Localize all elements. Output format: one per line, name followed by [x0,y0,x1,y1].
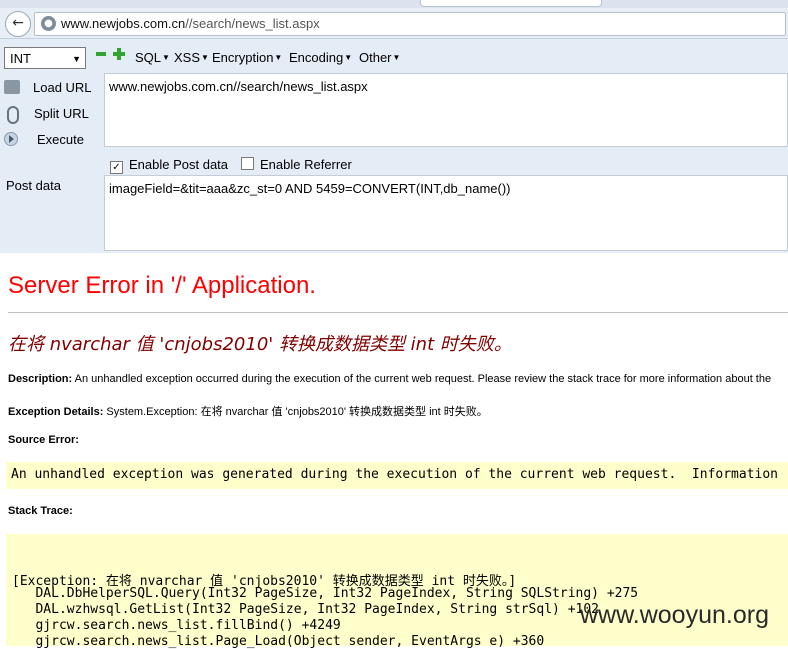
caret-icon: ▼ [392,53,401,62]
source-error-heading: Source Error: [8,434,79,446]
source-error-text: An unhandled exception was generated dur… [11,467,779,482]
scissors-icon [7,106,19,124]
exception-details-line: Exception Details: System.Exception: 在将 … [8,403,488,419]
caret-icon: ▼ [201,53,209,62]
stack-line: gjrcw.search.news_list.fillBind() +4249 [12,618,341,633]
stack-line: DAL.wzhwsql.GetList(Int32 PageSize, Int3… [12,602,599,617]
description-text: An unhandled exception occurred during t… [74,373,772,385]
caret-icon: ▼ [274,53,283,62]
back-arrow-icon: ← [12,15,24,31]
exception-details-text: System.Exception: 在将 nvarchar 值 'cnjobs2… [106,406,488,418]
source-error-label: Source Error: [8,434,79,446]
stack-trace-heading: Stack Trace: [8,505,73,517]
menu-encryption-label: Encryption [212,50,274,65]
minus-icon[interactable] [96,52,106,56]
type-select[interactable]: INT ▼ [4,47,86,69]
url-textarea[interactable]: www.newjobs.com.cn//search/news_list.asp… [104,73,788,147]
address-path: //search/news_list.aspx [185,16,320,31]
post-data-textarea[interactable]: imageField=&tit=aaa&zc_st=0 AND 5459=CON… [104,175,788,251]
divider [8,312,788,313]
enable-post-checkbox[interactable]: ✓ Enable Post data [110,157,228,174]
source-error-box: An unhandled exception was generated dur… [6,462,788,489]
address-text: www.newjobs.com.cn//search/news_list.asp… [61,16,320,31]
menu-encoding[interactable]: Encoding▼ [289,50,352,65]
browser-tab[interactable] [420,0,602,7]
menu-xss-label: XSS [174,50,201,65]
execute-label: Execute [37,132,84,147]
watermark: www.wooyun.org [580,601,769,629]
load-url-button[interactable]: Load URL [0,77,100,99]
type-select-value: INT [10,51,31,66]
checkbox-checked-icon: ✓ [110,161,123,174]
globe-icon: ● [41,16,56,31]
stack-line: DAL.DbHelperSQL.Query(Int32 PageSize, In… [12,586,639,601]
enable-referrer-checkbox[interactable]: Enable Referrer [241,157,352,172]
load-url-icon [4,80,20,94]
menu-sql[interactable]: SQL▼ [135,50,170,65]
play-icon [4,132,18,146]
chevron-down-icon: ▼ [72,54,81,64]
menu-xss[interactable]: XSS▼ [174,50,209,65]
enable-post-label: Enable Post data [129,157,229,172]
navigation-bar: ← ● www.newjobs.com.cn//search/news_list… [0,8,788,39]
menu-other-label: Other [359,50,392,65]
stack-line: gjrcw.search.news_list.Page_Load(Object … [12,634,545,649]
error-message: 在将 nvarchar 值 'cnjobs2010' 转换成数据类型 int 时… [8,334,512,355]
menu-encryption[interactable]: Encryption▼ [212,50,282,65]
address-bar[interactable]: ● www.newjobs.com.cn//search/news_list.a… [34,12,786,36]
description-line: Description: An unhandled exception occu… [8,373,771,385]
back-button[interactable]: ← [5,11,31,37]
description-label: Description: [8,373,73,385]
split-url-button[interactable]: Split URL [0,103,100,125]
menu-encoding-label: Encoding [289,50,344,65]
caret-icon: ▼ [162,53,170,62]
hackbar-panel: INT ▼ SQL▼ XSS▼ Encryption▼ Encoding▼ Oth… [0,39,788,253]
load-url-label: Load URL [33,80,92,95]
plus-icon[interactable] [113,48,125,60]
exception-details-label: Exception Details: [8,406,104,418]
menu-sql-label: SQL [135,50,162,65]
menu-other[interactable]: Other▼ [359,50,400,65]
caret-icon: ▼ [344,53,353,62]
execute-button[interactable]: Execute [0,129,100,151]
post-data-label: Post data [6,178,61,193]
address-domain: www.newjobs.com.cn [61,16,186,31]
enable-referrer-label: Enable Referrer [260,157,352,172]
error-title: Server Error in '/' Application. [8,272,316,299]
split-url-label: Split URL [34,106,89,121]
stack-trace-label: Stack Trace: [8,505,73,517]
checkbox-empty-icon [241,157,254,170]
tab-strip [0,0,788,8]
